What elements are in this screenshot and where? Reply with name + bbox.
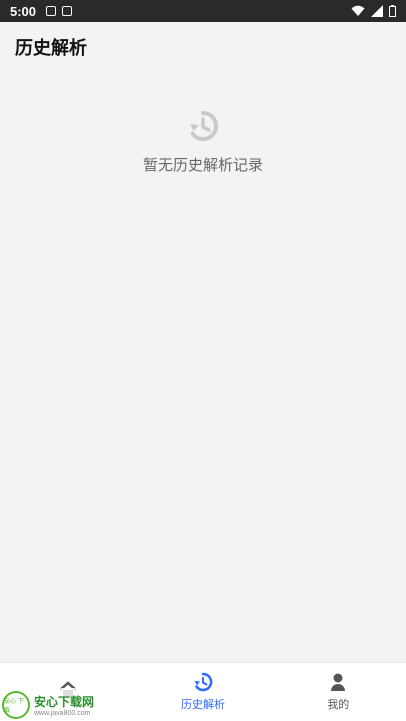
watermark: 安心 下载 安心下载网 www.java800.com [2,688,112,721]
watermark-title: 安心下载网 [34,694,95,709]
empty-text: 暂无历史解析记录 [142,157,263,174]
notification-icon [46,6,57,16]
watermark-logo: 安心 下载 [2,690,30,719]
page-title: 历史解析 [15,38,87,58]
tab-history[interactable]: 历史解析 [135,663,270,721]
status-time: 5:00 [10,3,37,19]
watermark-text: 安心下载网 www.java800.com [34,693,94,717]
history-icon [194,672,213,692]
status-bar: 5:00 [0,0,406,22]
empty-state: 暂无历史解析记录 [0,110,406,175]
history-icon [190,110,219,141]
tab-me-label: 我的 [327,698,350,711]
notification-icon [62,6,73,16]
battery-icon [389,5,396,17]
tab-history-label: 历史解析 [180,698,225,711]
tab-me[interactable]: 我的 [271,663,406,721]
status-left-icons [46,6,73,16]
watermark-subtitle: www.java800.com [34,709,91,717]
user-icon [331,673,346,691]
top-bar: 历史解析 [0,22,406,72]
status-right-icons [351,5,396,17]
wifi-icon [351,5,365,16]
signal-icon [371,5,383,17]
